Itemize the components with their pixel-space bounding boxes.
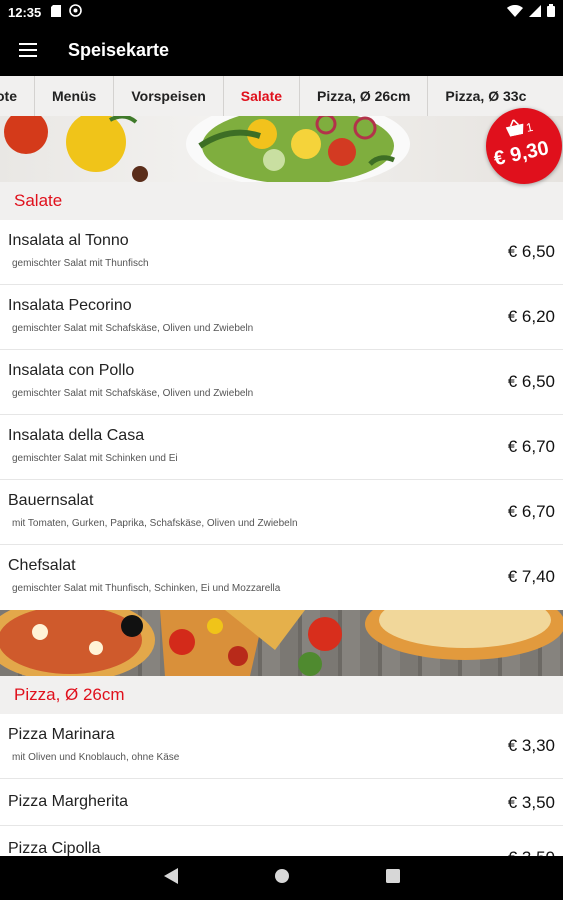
item-price: € 6,50 xyxy=(507,242,555,261)
item-price: € 6,50 xyxy=(507,372,555,391)
item-price: € 7,40 xyxy=(507,567,555,586)
item-name: Chefsalat xyxy=(8,557,76,574)
app-bar: Speisekarte xyxy=(0,24,563,76)
sd-card-icon xyxy=(51,4,62,20)
menu-item[interactable]: Pizza Margherita € 3,50 xyxy=(0,779,563,826)
cart-item-count: 1 xyxy=(524,119,535,135)
item-price: € 6,70 xyxy=(507,437,555,456)
tab-menues[interactable]: Menüs xyxy=(35,76,115,116)
menu-item[interactable]: Pizza Cipolla € 3,50 xyxy=(0,826,563,856)
shopping-basket-icon xyxy=(504,118,526,142)
item-description: gemischter Salat mit Thunfisch, Schinken… xyxy=(12,583,281,594)
menu-item[interactable]: Insalata con Pollo gemischter Salat mit … xyxy=(0,350,563,415)
item-name: Pizza Margherita xyxy=(8,793,129,810)
item-name: Insalata Pecorino xyxy=(8,297,132,314)
section-header-salate: Salate xyxy=(0,182,563,220)
item-name: Insalata al Tonno xyxy=(8,232,129,249)
item-name: Insalata della Casa xyxy=(8,427,145,444)
wifi-icon xyxy=(507,4,523,20)
item-name: Bauernsalat xyxy=(8,492,94,509)
hamburger-menu-icon[interactable] xyxy=(0,24,56,76)
item-description: mit Oliven und Knoblauch, ohne Käse xyxy=(12,752,180,763)
location-icon xyxy=(69,4,83,20)
menu-item[interactable]: Insalata della Casa gemischter Salat mit… xyxy=(0,415,563,480)
tab-angebote[interactable]: ote xyxy=(0,76,35,116)
menu-list[interactable]: Salate Insalata al Tonno gemischter Sala… xyxy=(0,116,563,856)
item-description: gemischter Salat mit Thunfisch xyxy=(12,258,149,269)
tab-vorspeisen[interactable]: Vorspeisen xyxy=(114,76,224,116)
pizza-banner-image xyxy=(0,610,563,676)
menu-item[interactable]: Pizza Marinara mit Oliven und Knoblauch,… xyxy=(0,714,563,779)
item-name: Pizza Marinara xyxy=(8,726,115,743)
tab-salate[interactable]: Salate xyxy=(224,76,301,116)
item-description: mit Tomaten, Gurken, Paprika, Schafskäse… xyxy=(12,518,298,529)
signal-icon xyxy=(529,4,541,20)
page-title: Speisekarte xyxy=(68,39,170,60)
section-header-pizza: Pizza, Ø 26cm xyxy=(0,676,563,714)
menu-item[interactable]: Bauernsalat mit Tomaten, Gurken, Paprika… xyxy=(0,480,563,545)
home-circle-icon[interactable] xyxy=(274,868,290,889)
item-name: Insalata con Pollo xyxy=(8,362,135,379)
menu-item[interactable]: Insalata Pecorino gemischter Salat mit S… xyxy=(0,285,563,350)
recents-square-icon[interactable] xyxy=(385,868,400,888)
back-triangle-icon[interactable] xyxy=(163,867,178,889)
item-description: gemischter Salat mit Schinken und Ei xyxy=(12,453,178,464)
item-name: Pizza Cipolla xyxy=(8,840,101,856)
menu-item[interactable]: Insalata al Tonno gemischter Salat mit T… xyxy=(0,220,563,285)
category-tabs: ote Menüs Vorspeisen Salate Pizza, Ø 26c… xyxy=(0,76,563,116)
item-description: gemischter Salat mit Schafskäse, Oliven … xyxy=(12,388,254,399)
battery-icon xyxy=(547,4,555,20)
item-price: € 6,70 xyxy=(507,502,555,521)
item-price: € 3,50 xyxy=(508,848,555,856)
status-time: 12:35 xyxy=(8,4,42,20)
item-price: € 6,20 xyxy=(507,307,555,326)
item-description: gemischter Salat mit Schafskäse, Oliven … xyxy=(12,323,254,334)
cart-total: € 9,30 xyxy=(491,137,551,171)
menu-item[interactable]: Chefsalat gemischter Salat mit Thunfisch… xyxy=(0,545,563,610)
tab-pizza-26[interactable]: Pizza, Ø 26cm xyxy=(300,76,429,116)
status-bar: 12:35 xyxy=(0,0,563,24)
system-nav-bar xyxy=(0,856,563,900)
item-price: € 3,50 xyxy=(507,793,555,812)
salad-banner-image xyxy=(0,116,563,182)
item-price: € 3,30 xyxy=(507,736,555,755)
